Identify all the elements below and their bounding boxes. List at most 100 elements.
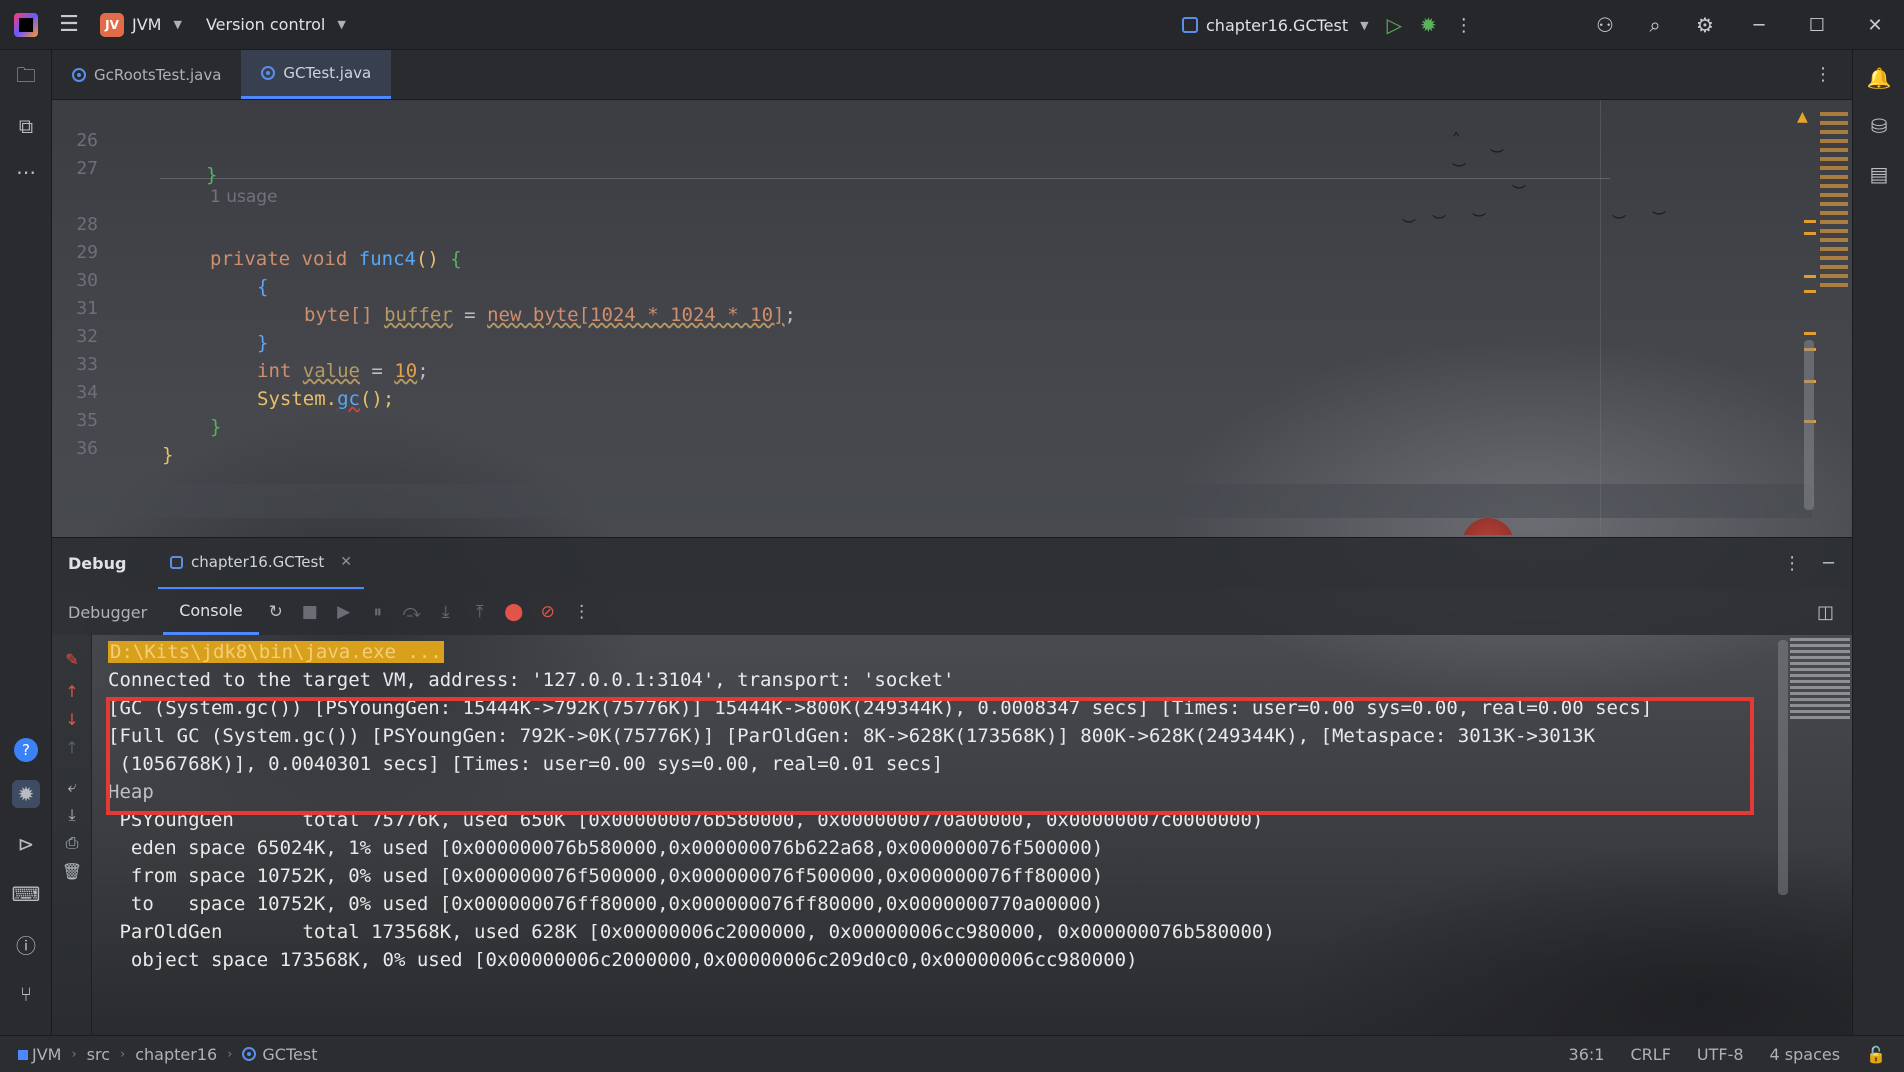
right-tool-strip: 🔔 ⛁ ▤ (1852, 50, 1904, 1035)
tab-debugger[interactable]: Debugger (52, 589, 163, 635)
close-icon[interactable]: ✕ (340, 554, 352, 570)
up-disabled-icon: ↑ (65, 737, 79, 757)
hide-panel-icon[interactable]: ─ (1823, 553, 1834, 574)
code-minimap[interactable] (1820, 112, 1848, 292)
intellij-logo-icon[interactable] (14, 12, 38, 37)
project-name: JVM (132, 15, 162, 34)
console-output[interactable]: D:\Kits\jdk8\bin\java.exe ... Connected … (92, 635, 1782, 1035)
view-breakpoints-icon[interactable]: ⬤ (497, 602, 531, 622)
tab-label: GCTest.java (283, 64, 372, 82)
pause-icon[interactable]: ⏸ (361, 602, 395, 622)
close-button[interactable]: ✕ (1846, 15, 1904, 36)
console-minimap[interactable] (1790, 638, 1850, 720)
warning-marker[interactable] (1804, 290, 1816, 293)
trash-icon[interactable]: 🗑 (60, 859, 84, 883)
tabs-more-icon[interactable]: ⋮ (1794, 50, 1852, 99)
class-icon (261, 66, 276, 80)
console-side-toolbar: ✎ ↑ ↓ ↑ ⤶ ⤓ ⎙ 🗑 (52, 635, 92, 1035)
debug-button[interactable]: ✹ (1420, 13, 1437, 37)
help-icon[interactable]: ? (14, 738, 38, 762)
step-over-icon[interactable]: ⤼ (395, 602, 429, 622)
status-bar: JVM › src › chapter16 › GCTest 36:1 CRLF… (0, 1035, 1904, 1072)
run-config-label: chapter16.GCTest (1206, 15, 1349, 35)
run-configuration-selector[interactable]: chapter16.GCTest ▼ (1182, 16, 1369, 35)
print-icon[interactable]: ⎙ (60, 831, 84, 855)
minimize-button[interactable]: ─ (1730, 15, 1788, 36)
warning-marker[interactable] (1804, 332, 1816, 335)
debug-tool-icon[interactable]: ✹ (12, 780, 40, 808)
breadcrumb-item-project[interactable]: JVM (18, 1045, 61, 1064)
step-out-icon[interactable]: ⤒ (463, 602, 497, 622)
breadcrumb-item-src[interactable]: src (87, 1045, 110, 1064)
editor-scrollbar[interactable] (1804, 340, 1814, 510)
maximize-button[interactable]: ☐ (1788, 15, 1846, 36)
class-icon (242, 1047, 257, 1061)
resume-icon[interactable]: ▶ (327, 602, 361, 622)
mute-breakpoints-icon[interactable]: ⊘ (531, 602, 565, 622)
debug-session-tab[interactable]: chapter16.GCTest ✕ (158, 538, 364, 590)
chevron-right-icon: › (120, 1046, 126, 1062)
version-control-label: Version control (205, 15, 326, 34)
clear-pin-icon[interactable]: ✎ (60, 647, 84, 671)
notifications-icon[interactable]: 🔔 (1865, 64, 1893, 92)
warning-icon[interactable]: ▲ (1797, 106, 1808, 127)
chevron-down-icon: ▼ (337, 18, 346, 31)
git-branch-icon[interactable]: ⑂ (12, 980, 40, 1008)
caret-position[interactable]: 36:1 (1569, 1045, 1605, 1064)
soft-wrap-icon[interactable]: ⤶ (60, 775, 84, 799)
warning-marker[interactable] (1804, 220, 1816, 223)
stop-icon[interactable]: ■ (293, 602, 327, 622)
line-number: 36 (76, 438, 98, 459)
module-icon (18, 1049, 28, 1060)
folder-icon[interactable]: 🗀 (12, 63, 40, 92)
database-icon[interactable]: ⛁ (1865, 112, 1893, 140)
chevron-down-icon: ▼ (173, 18, 182, 31)
step-into-icon[interactable]: ⤓ (429, 602, 463, 622)
breadcrumb-item-package[interactable]: chapter16 (135, 1045, 217, 1064)
down-arrow-icon[interactable]: ↓ (60, 707, 84, 731)
version-control-menu[interactable]: Version control ▼ (206, 15, 346, 34)
warning-marker[interactable] (1804, 232, 1816, 235)
tab-gcrootstest[interactable]: GcRootsTest.java (52, 50, 241, 99)
search-icon[interactable]: ⌕ (1630, 13, 1680, 37)
more-actions-icon[interactable]: ⋮ (1455, 15, 1473, 36)
terminal-icon[interactable]: ⌨ (12, 880, 41, 908)
class-icon (72, 67, 86, 82)
file-encoding[interactable]: UTF-8 (1697, 1045, 1744, 1064)
more-actions-icon[interactable]: ⋮ (565, 602, 599, 622)
up-arrow-icon[interactable]: ↑ (60, 679, 84, 703)
title-bar: ☰ JV JVM ▼ Version control ▼ chapter16.G… (0, 0, 1904, 50)
document-icon[interactable]: ▤ (1865, 160, 1893, 188)
more-tools-icon[interactable]: ⋯ (12, 158, 40, 186)
java-command-link[interactable]: D:\Kits\jdk8\bin\java.exe ... (108, 641, 444, 663)
project-selector[interactable]: JV JVM ▼ (100, 12, 182, 37)
debug-tool-window-header: Debug chapter16.GCTest ✕ ⋮ ─ (52, 537, 1852, 590)
line-separator[interactable]: CRLF (1630, 1045, 1670, 1064)
layout-settings-icon[interactable]: ◫ (1817, 602, 1852, 623)
tab-gctest[interactable]: GCTest.java (241, 50, 392, 99)
code-line-35: } (162, 444, 174, 466)
debug-title: Debug (68, 554, 127, 573)
services-icon[interactable]: ⊳ (12, 830, 40, 858)
more-actions-icon[interactable]: ⋮ (1783, 553, 1801, 574)
console-scrollbar[interactable] (1778, 640, 1788, 895)
hamburger-menu-icon[interactable]: ☰ (54, 12, 84, 37)
highlight-box (106, 697, 1754, 815)
tab-console[interactable]: Console (163, 589, 259, 635)
code-editor[interactable]: ⌃ ︶ ︶ ︶ ︶ ︶ ︶ ︶ ︶ 26 } 27 1 usage 28 pri… (52, 100, 1852, 535)
gear-icon[interactable]: ⚙ (1680, 13, 1730, 37)
lock-icon[interactable]: 🔓 (1866, 1045, 1886, 1064)
left-tool-strip: 🗀 ⧉ ⋯ ? ✹ ⊳ ⌨ ⓘ ⑂ (0, 50, 52, 1035)
breadcrumb: JVM › src › chapter16 › GCTest (0, 1045, 317, 1064)
run-button[interactable]: ▷ (1387, 13, 1402, 37)
add-user-icon[interactable]: ⚇ (1580, 13, 1630, 37)
structure-icon[interactable]: ⧉ (12, 112, 40, 140)
breadcrumb-item-class[interactable]: GCTest (242, 1045, 317, 1064)
problems-icon[interactable]: ⓘ (12, 930, 40, 958)
indent-setting[interactable]: 4 spaces (1770, 1045, 1841, 1064)
warning-marker[interactable] (1804, 275, 1816, 278)
rerun-icon[interactable]: ↻ (259, 602, 293, 622)
console-line: object space 173568K, 0% used [0x0000000… (108, 949, 1138, 971)
scroll-to-end-icon[interactable]: ⤓ (60, 803, 84, 827)
chevron-down-icon: ▼ (1360, 18, 1369, 32)
